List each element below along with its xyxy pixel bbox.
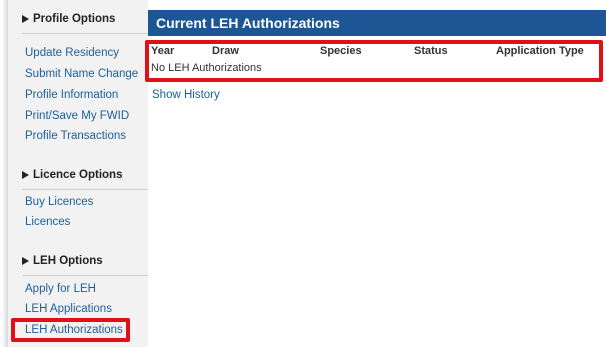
sidebar: Profile Options Update Residency Submit …: [8, 0, 148, 347]
sidebar-item-print-save-fwid[interactable]: Print/Save My FWID: [25, 110, 129, 122]
sidebar-item-update-residency[interactable]: Update Residency: [25, 47, 119, 59]
column-header-status: Status: [414, 45, 448, 57]
show-history-link[interactable]: Show History: [152, 89, 220, 101]
column-header-species: Species: [320, 45, 362, 57]
licence-options-heading: Licence Options: [22, 169, 122, 181]
triangle-right-icon: [22, 171, 29, 179]
page-title: Current LEH Authorizations: [156, 15, 340, 31]
leh-options-heading: LEH Options: [22, 255, 103, 267]
column-header-application-type: Application Type: [496, 45, 584, 57]
sidebar-item-licences[interactable]: Licences: [25, 216, 70, 228]
sidebar-item-profile-information[interactable]: Profile Information: [25, 89, 118, 101]
sidebar-item-profile-transactions[interactable]: Profile Transactions: [25, 130, 126, 142]
sidebar-item-submit-name-change[interactable]: Submit Name Change: [25, 68, 138, 80]
triangle-right-icon: [22, 257, 29, 265]
page-header: Current LEH Authorizations: [148, 10, 606, 36]
section-divider: [22, 275, 148, 276]
licence-options-label: Licence Options: [33, 169, 123, 181]
triangle-right-icon: [22, 15, 29, 23]
leh-options-label: LEH Options: [33, 255, 103, 267]
sidebar-item-apply-for-leh[interactable]: Apply for LEH: [25, 283, 96, 295]
sidebar-item-leh-applications[interactable]: LEH Applications: [25, 303, 112, 315]
column-header-draw: Draw: [212, 45, 239, 57]
profile-options-label: Profile Options: [33, 13, 116, 25]
column-header-year: Year: [151, 45, 175, 57]
section-divider: [22, 33, 148, 34]
main-content: Current LEH Authorizations Year Draw Spe…: [148, 0, 606, 347]
sidebar-item-buy-licences[interactable]: Buy Licences: [25, 196, 93, 208]
section-divider: [22, 189, 148, 190]
empty-table-message: No LEH Authorizations: [151, 62, 262, 74]
sidebar-item-leh-authorizations[interactable]: LEH Authorizations: [25, 324, 123, 336]
profile-options-heading: Profile Options: [22, 13, 115, 25]
